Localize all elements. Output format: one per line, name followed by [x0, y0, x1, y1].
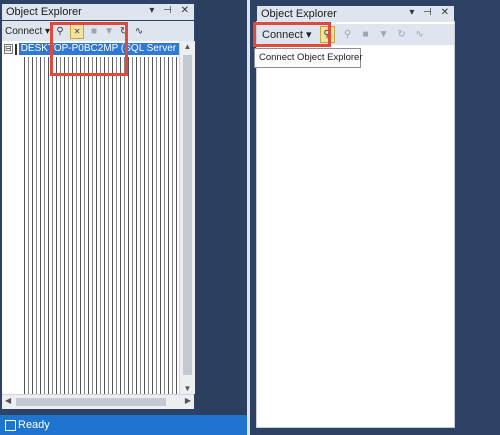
activity-monitor-icon[interactable]: ∿	[134, 26, 144, 37]
scroll-up-icon[interactable]: ▲	[180, 42, 195, 51]
object-explorer-title: Object Explorer	[6, 6, 82, 18]
object-explorer-title-bar-right: Object Explorer ▾ ⊣ ✕	[257, 6, 454, 22]
object-explorer-panel-empty	[257, 22, 454, 427]
highlight-box-right	[253, 22, 331, 47]
connect-label: Connect	[5, 25, 43, 37]
status-icon	[5, 420, 16, 431]
filter-icon[interactable]: ▼	[379, 29, 389, 40]
stop-icon[interactable]: ■	[361, 29, 371, 40]
title-window-controls-right[interactable]: ▾ ⊣ ✕	[409, 7, 452, 19]
object-explorer-title-right: Object Explorer	[261, 8, 337, 20]
status-text: Ready	[18, 419, 50, 431]
scroll-left-icon[interactable]: ◀	[5, 396, 11, 405]
activity-monitor-icon[interactable]: ∿	[415, 29, 425, 40]
title-window-controls[interactable]: ▾ ⊣ ✕	[149, 5, 192, 17]
scroll-down-icon[interactable]: ▼	[180, 384, 195, 393]
vertical-scrollbar[interactable]: ▲ ▼	[179, 41, 195, 394]
horizontal-scrollbar[interactable]: ◀ ▶	[2, 394, 194, 409]
collapse-icon[interactable]: ⊟	[4, 44, 13, 54]
object-explorer-tree[interactable]: ⊟ DESKTOP-P0BC2MP (SQL Server 16.0.	[2, 41, 179, 394]
connect-dropdown-button[interactable]: Connect ▾	[5, 26, 50, 37]
vertical-scroll-thumb[interactable]	[183, 55, 192, 375]
status-bar: Ready	[0, 415, 248, 435]
garbled-tree-content	[24, 57, 179, 394]
horizontal-scroll-thumb[interactable]	[16, 398, 166, 406]
object-explorer-title-bar: Object Explorer ▾ ⊣ ✕	[2, 4, 194, 20]
disconnect-icon[interactable]: ⚲	[343, 29, 353, 40]
server-icon	[14, 43, 17, 55]
connect-tooltip: Connect Object Explorer	[254, 48, 363, 68]
refresh-icon[interactable]: ↻	[397, 29, 407, 40]
highlight-box-left	[50, 22, 128, 76]
scroll-right-icon[interactable]: ▶	[185, 396, 191, 405]
